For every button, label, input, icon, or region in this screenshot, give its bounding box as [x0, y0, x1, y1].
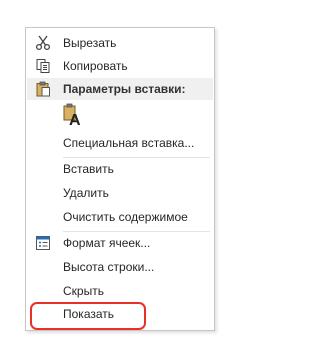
menu-item-label: Удалить	[63, 186, 109, 200]
paste-values-button[interactable]: A	[63, 103, 85, 129]
clipboard-icon	[34, 80, 52, 98]
menu-item-clear-contents[interactable]: Очистить содержимое	[26, 206, 214, 228]
menu-item-copy[interactable]: Копировать	[26, 55, 214, 77]
menu-item-label: Копировать	[63, 59, 128, 73]
menu-item-hide[interactable]: Скрыть	[26, 280, 214, 302]
menu-item-label: Вставить	[63, 162, 114, 176]
menu-item-format-cells[interactable]: Формат ячеек...	[26, 232, 214, 254]
paste-options-label: Параметры вставки:	[63, 82, 186, 96]
highlight-annotation	[30, 302, 146, 330]
scissors-icon	[34, 34, 52, 52]
menu-item-insert[interactable]: Вставить	[26, 158, 214, 180]
paste-options-header: Параметры вставки:	[27, 78, 213, 100]
menu-item-delete[interactable]: Удалить	[26, 182, 214, 204]
menu-item-cut[interactable]: Вырезать	[26, 32, 214, 54]
menu-item-paste-special[interactable]: Специальная вставка...	[26, 132, 214, 154]
menu-item-label: Скрыть	[63, 284, 104, 298]
menu-item-label: Очистить содержимое	[63, 210, 188, 224]
menu-item-label: Формат ячеек...	[63, 236, 151, 250]
format-cells-icon	[34, 234, 52, 252]
menu-item-label: Специальная вставка...	[63, 136, 195, 150]
menu-item-row-height[interactable]: Высота строки...	[26, 256, 214, 278]
copy-icon	[34, 57, 52, 75]
paste-values-glyph: A	[69, 112, 81, 129]
menu-item-label: Вырезать	[63, 36, 117, 50]
context-menu: Вырезать Копировать Параметры вставки: A…	[25, 27, 215, 331]
menu-item-label: Высота строки...	[63, 260, 155, 274]
